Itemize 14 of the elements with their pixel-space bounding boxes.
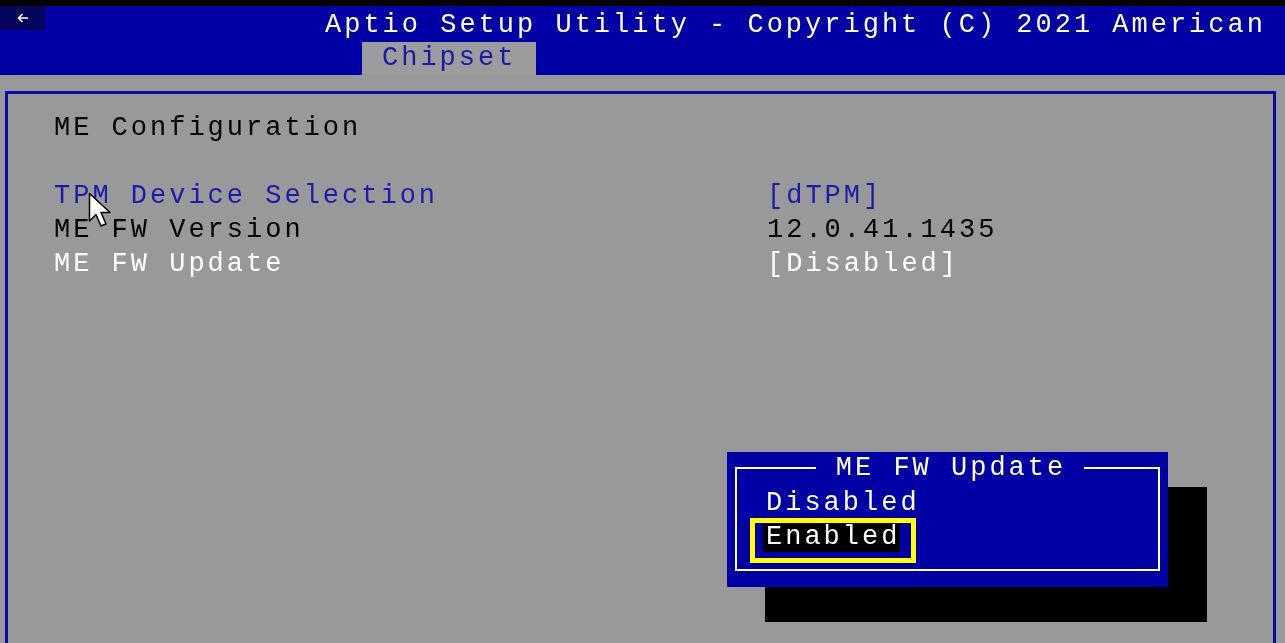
back-button[interactable]: [0, 6, 45, 30]
setting-label[interactable]: ME FW Update: [54, 247, 285, 281]
popup-title: ME FW Update: [834, 452, 1068, 484]
setting-value[interactable]: [dTPM]: [767, 179, 883, 213]
popup-option[interactable]: Disabled: [763, 489, 920, 518]
section-heading: ME Configuration: [54, 112, 362, 145]
setting-value: 12.0.41.1435: [767, 214, 998, 247]
popup-option[interactable]: Enabled: [763, 523, 901, 552]
menu-tab[interactable]: Chipset: [362, 42, 537, 75]
setting-label: ME FW Version: [54, 214, 304, 247]
window-title: Aptio Setup Utility - Copyright (C) 2021 American: [325, 9, 1266, 42]
setting-label[interactable]: TPM Device Selection: [54, 179, 439, 213]
setting-value[interactable]: [Disabled]: [767, 247, 960, 281]
arrow-left-icon: [16, 13, 29, 23]
